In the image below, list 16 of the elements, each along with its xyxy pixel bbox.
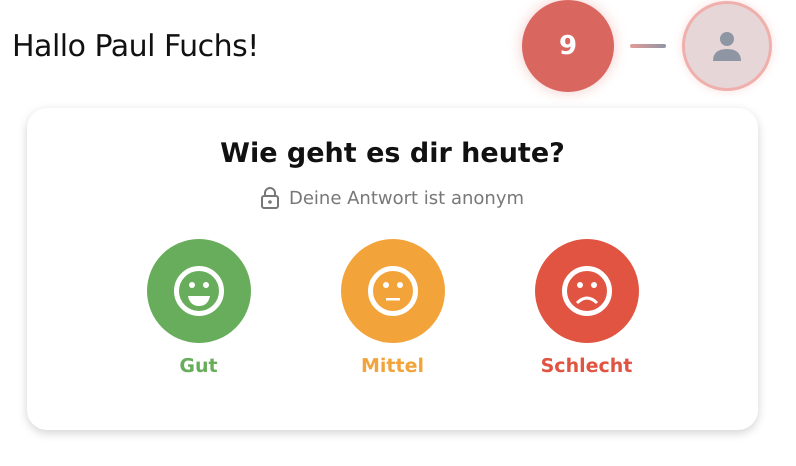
mood-label: Mittel — [361, 355, 424, 377]
neutral-face-icon — [366, 265, 418, 317]
mood-option[interactable]: Mittel — [340, 239, 444, 377]
frowning-face-icon — [560, 265, 612, 317]
lock-icon — [260, 187, 279, 209]
mood-label: Schlecht — [540, 355, 632, 377]
notification-count[interactable]: 9 — [522, 0, 614, 92]
mood-option[interactable]: Schlecht — [534, 239, 638, 377]
greeting: Hallo Paul Fuchs! — [12, 28, 259, 64]
mood-option[interactable]: Gut — [146, 239, 250, 377]
connector-line — [630, 44, 666, 48]
card-title: Wie geht es dir heute? — [220, 138, 565, 169]
person-icon — [711, 31, 743, 61]
mood-label: Gut — [179, 355, 218, 377]
anonymous-note: Deine Antwort ist anonym — [288, 188, 524, 208]
smiling-face-icon — [172, 265, 224, 317]
